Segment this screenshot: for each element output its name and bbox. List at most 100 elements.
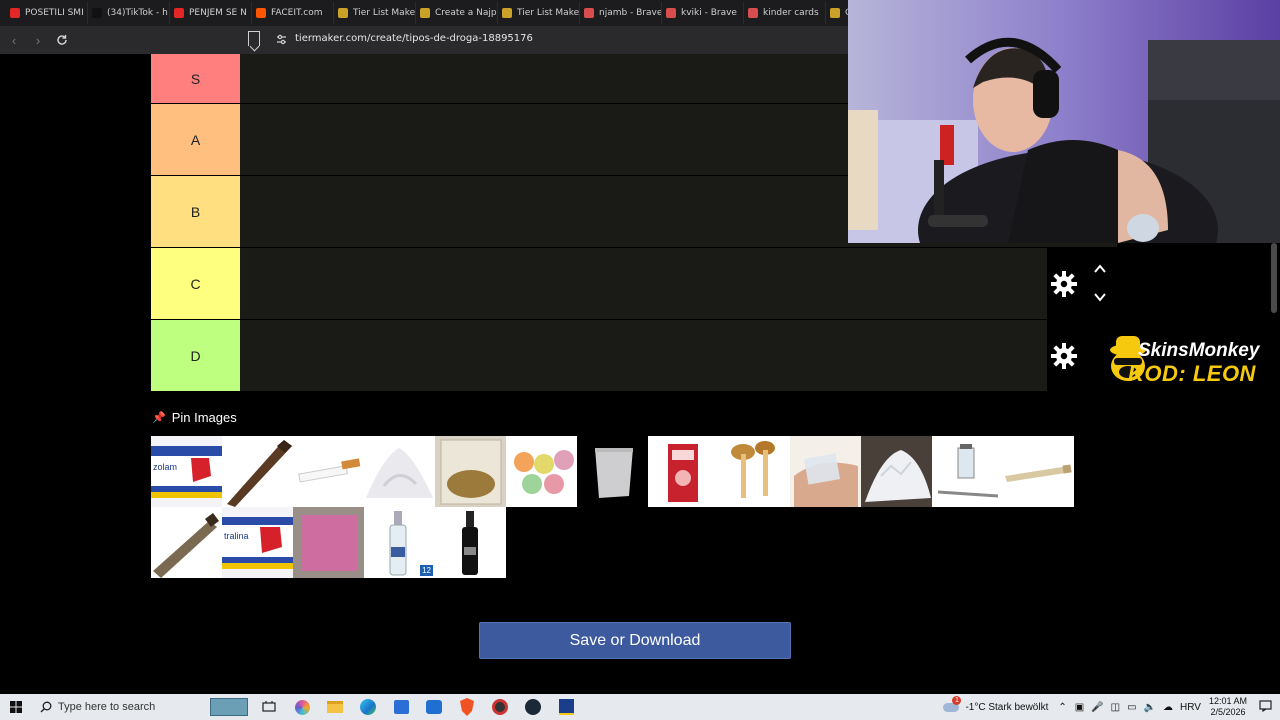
tier-drop-zone[interactable] — [240, 248, 1117, 319]
microphone-icon[interactable]: 🎤 — [1091, 702, 1103, 713]
pool-image-cigarette[interactable] — [293, 436, 364, 507]
tier-drop-zone[interactable] — [240, 320, 1117, 391]
gear-icon[interactable] — [1051, 271, 1077, 297]
cloud-icon[interactable]: ☁ — [1163, 702, 1173, 713]
tier-label[interactable]: D — [151, 320, 240, 391]
tier-label[interactable]: S — [151, 54, 240, 103]
tier-label[interactable]: B — [151, 176, 240, 247]
pool-image-cigar[interactable] — [222, 436, 293, 507]
volume-icon[interactable]: 🔈 — [1144, 702, 1156, 713]
svg-text:zolam: zolam — [153, 462, 177, 472]
pool-image-pink-powder[interactable] — [293, 507, 364, 578]
browser-tab[interactable]: njamb - Brave — [580, 2, 662, 24]
bookmark-icon[interactable] — [248, 31, 260, 46]
windows-taskbar: Type here to search 1 -1°C Stark bewölkt… — [0, 694, 1280, 720]
save-download-button[interactable]: Save or Download — [479, 622, 791, 659]
browser-tab[interactable]: Create a Najp — [416, 2, 498, 24]
tray-overflow-icon[interactable]: ⌃ — [1058, 702, 1066, 713]
weather-alert-badge: 1 — [952, 696, 962, 705]
svg-text:tralina: tralina — [224, 531, 249, 541]
tab-favicon-icon — [666, 8, 676, 18]
pushpin-icon[interactable]: 📌 — [152, 411, 166, 424]
file-explorer-icon[interactable] — [323, 694, 347, 720]
tab-title: njamb - Brave — [599, 8, 662, 18]
pool-image-powder-baggie[interactable] — [577, 436, 648, 507]
back-icon[interactable]: ‹ — [4, 30, 24, 50]
pool-image-sertraline-box[interactable]: tralina — [222, 507, 293, 578]
chevron-up-icon[interactable] — [1093, 262, 1107, 276]
app-icon[interactable] — [554, 694, 578, 720]
clock[interactable]: 12:01 AM 2/5/2026 — [1209, 696, 1247, 718]
tray-app-icon[interactable]: ▣ — [1075, 702, 1084, 713]
sponsor-name: SkinsMonkey — [1138, 340, 1260, 361]
pool-image-tobacco-bag[interactable] — [435, 436, 506, 507]
copilot-icon[interactable] — [290, 694, 314, 720]
pool-image-mushrooms[interactable] — [719, 436, 790, 507]
taskbar-search[interactable]: Type here to search — [32, 694, 180, 720]
gear-icon[interactable] — [1051, 343, 1077, 369]
tab-title: (34)TikTok - h — [107, 8, 168, 18]
tab-title: FACEIT.com — [271, 8, 323, 18]
chevron-down-icon[interactable] — [1093, 290, 1107, 304]
pool-image-ecstasy-pills[interactable] — [506, 436, 577, 507]
tab-favicon-icon — [748, 8, 758, 18]
edge-icon[interactable] — [356, 694, 380, 720]
pool-image-red-pack[interactable] — [648, 436, 719, 507]
tab-title: kviki - Brave — [681, 8, 737, 18]
tab-favicon-icon — [420, 8, 430, 18]
pool-image-syringe-vial[interactable] — [932, 436, 1003, 507]
faceit-app-icon[interactable] — [488, 694, 512, 720]
notifications-icon[interactable] — [1259, 699, 1272, 715]
browser-tab[interactable]: Tier List Make — [334, 2, 416, 24]
pin-images-header[interactable]: 📌 Pin Images — [152, 410, 237, 425]
site-settings-icon[interactable] — [276, 34, 287, 48]
pool-image-vodka-clear[interactable]: 12 — [364, 507, 435, 578]
windows-start-icon[interactable] — [0, 694, 32, 720]
tier-label[interactable]: A — [151, 104, 240, 175]
mail-icon[interactable] — [422, 694, 446, 720]
tab-title: Create a Najp — [435, 8, 497, 18]
tier-label[interactable]: C — [151, 248, 240, 319]
pin-images-label: Pin Images — [171, 410, 237, 425]
weather-icon[interactable]: 1 — [943, 696, 962, 713]
camera-icon[interactable]: ◫ — [1111, 702, 1120, 713]
weather-text[interactable]: -1°C Stark bewölkt — [965, 702, 1048, 713]
pool-image-clonazepam-box[interactable]: zolam — [151, 436, 222, 507]
tab-title: PENJEM SE N — [189, 8, 247, 18]
page-scrollbar[interactable] — [1271, 243, 1277, 313]
pool-image-joint[interactable] — [1003, 436, 1074, 507]
pool-image-white-powder-pile[interactable] — [364, 436, 435, 507]
forward-icon[interactable]: › — [28, 30, 48, 50]
network-icon[interactable]: ▭ — [1127, 702, 1136, 713]
tab-favicon-icon — [10, 8, 20, 18]
store-icon[interactable] — [389, 694, 413, 720]
browser-tab[interactable]: POSETILI SMI — [6, 2, 88, 24]
tab-favicon-icon — [830, 8, 840, 18]
pool-image-hand-baggie[interactable] — [790, 436, 861, 507]
language-indicator[interactable]: HRV — [1180, 702, 1201, 713]
sponsor-banner: SkinsMonkey KOD: LEON — [1104, 330, 1280, 388]
browser-tab[interactable]: kinder cards — [744, 2, 826, 24]
widgets-thumbnail-icon[interactable] — [210, 694, 248, 720]
tab-favicon-icon — [584, 8, 594, 18]
pool-image-joint-dark[interactable] — [151, 507, 222, 578]
browser-tab[interactable]: (34)TikTok - h — [88, 2, 170, 24]
tab-title: POSETILI SMI — [25, 8, 84, 18]
tier-row: C — [151, 248, 1117, 320]
browser-tab[interactable]: kviki - Brave — [662, 2, 744, 24]
reload-icon[interactable] — [52, 30, 72, 50]
pool-image-vodka-black[interactable] — [435, 507, 506, 578]
browser-tab[interactable]: Tier List Make — [498, 2, 580, 24]
sponsor-code: KOD: LEON — [1128, 361, 1256, 386]
brave-icon[interactable] — [455, 694, 479, 720]
browser-tab[interactable]: FACEIT.com — [252, 2, 334, 24]
pool-image-crystal-pile[interactable] — [861, 436, 932, 507]
webcam-overlay — [848, 0, 1280, 243]
url-field[interactable]: tiermaker.com/create/tipos-de-droga-1889… — [295, 33, 533, 44]
tab-favicon-icon — [256, 8, 266, 18]
image-pool: zolam tralina 12 — [151, 436, 1081, 578]
system-tray: 1 -1°C Stark bewölkt ⌃ ▣ 🎤 ◫ ▭ 🔈 ☁ HRV 1… — [943, 694, 1280, 720]
task-view-icon[interactable] — [257, 694, 281, 720]
browser-tab[interactable]: PENJEM SE N — [170, 2, 252, 24]
steam-icon[interactable] — [521, 694, 545, 720]
